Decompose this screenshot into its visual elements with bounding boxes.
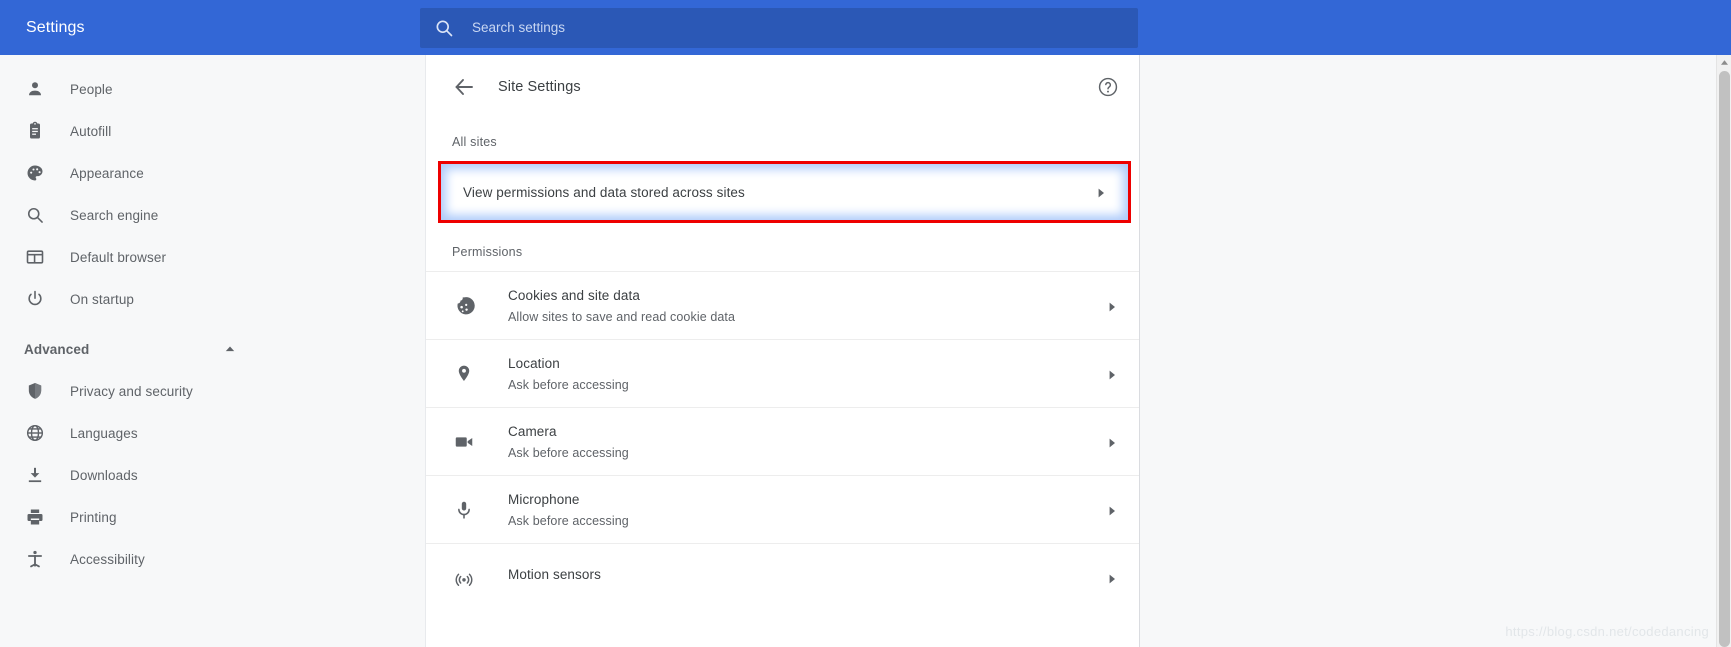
permission-subtitle: Allow sites to save and read cookie data (508, 309, 736, 324)
sidebar-item-accessibility[interactable]: Accessibility (0, 538, 425, 580)
permission-row-cookies[interactable]: Cookies and site data Allow sites to sav… (426, 271, 1139, 339)
sidebar-item-label: Languages (70, 425, 138, 441)
sidebar-item-people[interactable]: People (0, 68, 425, 110)
permission-row-camera[interactable]: Camera Ask before accessing (426, 407, 1139, 475)
chevron-right-icon (1107, 572, 1117, 584)
chevron-right-icon (1107, 504, 1117, 516)
settings-window: Settings People (0, 0, 1731, 647)
sidebar-item-on-startup[interactable]: On startup (0, 278, 425, 320)
watermark: https://blog.csdn.net/codedancing (1505, 624, 1709, 639)
sidebar-item-printing[interactable]: Printing (0, 496, 425, 538)
content-area: People Autofill Appearance Search engine… (0, 55, 1731, 647)
permission-title: Cookies and site data (508, 287, 640, 303)
search-input[interactable] (472, 20, 1124, 35)
sidebar-item-label: On startup (70, 291, 135, 307)
section-label-all-sites: All sites (452, 135, 497, 149)
permission-subtitle: Ask before accessing (508, 513, 629, 528)
person-icon (24, 78, 46, 100)
sidebar-item-label: Autofill (70, 123, 112, 139)
permission-title: Motion sensors (508, 566, 601, 582)
chevron-right-icon (1096, 186, 1106, 198)
browser-window-icon (24, 246, 46, 268)
sidebar: People Autofill Appearance Search engine… (0, 55, 425, 647)
permission-text: Microphone Ask before accessing (508, 492, 1107, 528)
vertical-scrollbar[interactable] (1716, 55, 1731, 647)
permission-text: Camera Ask before accessing (508, 424, 1107, 460)
sidebar-item-label: Printing (70, 509, 117, 525)
motion-sensor-icon (452, 566, 476, 590)
search-icon (434, 18, 454, 38)
sidebar-item-label: Downloads (70, 467, 138, 483)
permission-row-motion-sensors[interactable]: Motion sensors (426, 543, 1139, 611)
chevron-right-icon (1107, 436, 1117, 448)
permission-title: Microphone (508, 491, 580, 507)
clipboard-icon (24, 120, 46, 142)
help-circle-icon[interactable] (1097, 76, 1119, 98)
permission-title: Location (508, 355, 560, 371)
permission-row-location[interactable]: Location Ask before accessing (426, 339, 1139, 407)
view-permissions-row[interactable]: View permissions and data stored across … (438, 161, 1131, 223)
page-title: Site Settings (498, 79, 581, 95)
sidebar-group-advanced[interactable]: Advanced (0, 328, 425, 370)
permission-text: Motion sensors (508, 567, 1107, 589)
permission-text: Cookies and site data Allow sites to sav… (508, 288, 1107, 324)
sidebar-item-label: Accessibility (70, 551, 145, 567)
sidebar-item-label: People (70, 81, 113, 97)
video-camera-icon (452, 430, 476, 454)
sidebar-item-languages[interactable]: Languages (0, 412, 425, 454)
microphone-icon (452, 498, 476, 522)
app-title: Settings (26, 18, 85, 36)
cookie-icon (452, 294, 476, 318)
sidebar-item-label: Search engine (70, 207, 159, 223)
chevron-right-icon (1107, 300, 1117, 312)
sidebar-item-appearance[interactable]: Appearance (0, 152, 425, 194)
sidebar-item-label: Default browser (70, 249, 167, 265)
sidebar-item-autofill[interactable]: Autofill (0, 110, 425, 152)
accessibility-icon (24, 548, 46, 570)
chevron-up-icon (223, 342, 237, 356)
palette-icon (24, 162, 46, 184)
printer-icon (24, 506, 46, 528)
sidebar-item-label: Appearance (70, 165, 144, 181)
view-permissions-label: View permissions and data stored across … (463, 184, 745, 200)
sidebar-item-downloads[interactable]: Downloads (0, 454, 425, 496)
top-bar: Settings (0, 0, 1731, 55)
arrow-left-icon[interactable] (452, 75, 476, 99)
main-panel: Site Settings All sites View permissions… (425, 55, 1140, 647)
sidebar-group-label: Advanced (24, 341, 90, 357)
permission-row-microphone[interactable]: Microphone Ask before accessing (426, 475, 1139, 543)
sidebar-item-default-browser[interactable]: Default browser (0, 236, 425, 278)
power-icon (24, 288, 46, 310)
highlight-wrapper: View permissions and data stored across … (438, 161, 1131, 223)
sidebar-item-privacy-and-security[interactable]: Privacy and security (0, 370, 425, 412)
globe-icon (24, 422, 46, 444)
sidebar-item-search-engine[interactable]: Search engine (0, 194, 425, 236)
location-pin-icon (452, 362, 476, 386)
permission-subtitle: Ask before accessing (508, 445, 629, 460)
sidebar-item-label: Privacy and security (70, 383, 193, 399)
search-box[interactable] (420, 7, 1138, 48)
permission-title: Camera (508, 423, 557, 439)
section-label-permissions: Permissions (452, 245, 523, 259)
search-icon (24, 204, 46, 226)
download-icon (24, 464, 46, 486)
scroll-up-arrow-icon[interactable] (1717, 55, 1731, 70)
shield-icon (24, 380, 46, 402)
chevron-right-icon (1107, 368, 1117, 380)
permission-subtitle: Ask before accessing (508, 377, 629, 392)
permission-text: Location Ask before accessing (508, 356, 1107, 392)
scrollbar-thumb[interactable] (1719, 71, 1730, 647)
panel-header: Site Settings (426, 55, 1139, 119)
